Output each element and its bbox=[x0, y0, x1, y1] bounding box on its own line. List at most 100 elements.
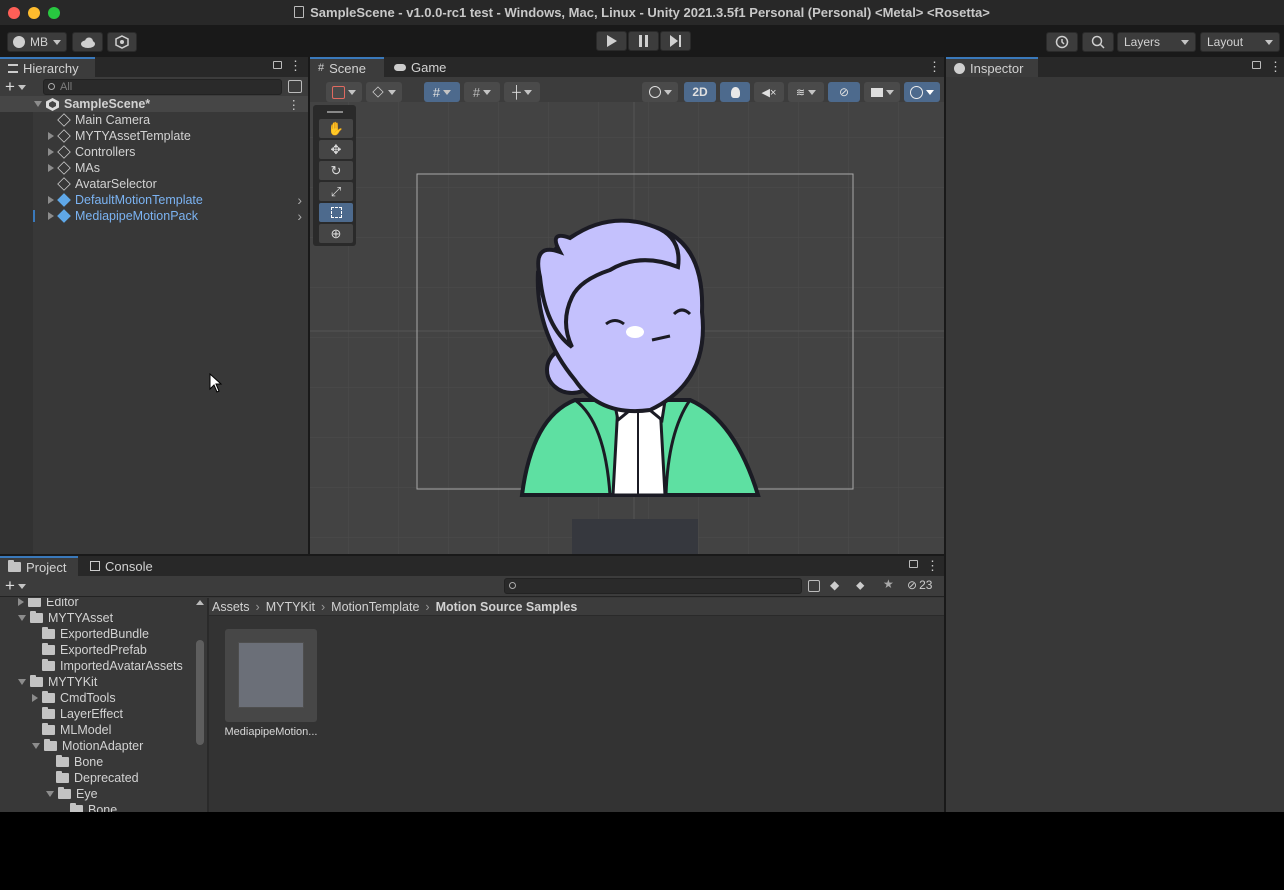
create-button[interactable]: + bbox=[5, 577, 33, 595]
hierarchy-item[interactable]: Main Camera bbox=[0, 112, 308, 128]
scroll-up-icon[interactable] bbox=[196, 600, 204, 605]
lock-icon[interactable] bbox=[909, 560, 918, 568]
folder-tree-item[interactable]: LayerEffect bbox=[0, 706, 195, 722]
more-options-icon[interactable]: ⋮ bbox=[1269, 59, 1282, 75]
render-mode-dropdown[interactable] bbox=[642, 82, 678, 102]
open-prefab-chevron-icon[interactable]: › bbox=[297, 192, 302, 208]
audio-toggle[interactable]: ◀× bbox=[754, 82, 784, 102]
scale-tool-button[interactable]: ⤢ bbox=[319, 182, 353, 201]
step-button[interactable] bbox=[660, 31, 691, 51]
hierarchy-item[interactable]: MediapipeMotionPack › bbox=[0, 208, 308, 224]
scene-viewport[interactable]: ✋ ✥ ↻ ⤢ ⊕ bbox=[310, 102, 944, 554]
tag-icon[interactable]: ⬥ bbox=[856, 578, 864, 593]
hierarchy-item[interactable]: MAs bbox=[0, 160, 308, 176]
collapse-arrow-icon[interactable] bbox=[18, 615, 26, 621]
hierarchy-item[interactable]: DefaultMotionTemplate › bbox=[0, 192, 308, 208]
rect-tool-button[interactable] bbox=[319, 203, 353, 222]
expand-arrow-icon[interactable] bbox=[48, 212, 54, 220]
draw-mode-dropdown[interactable] bbox=[326, 82, 362, 102]
filter-by-label-icon[interactable]: ◆ bbox=[830, 578, 839, 592]
scene-root-row[interactable]: SampleScene* ⋮ bbox=[0, 96, 308, 112]
lock-icon[interactable] bbox=[1252, 61, 1261, 69]
ruler-dropdown[interactable]: ┼ bbox=[504, 82, 540, 102]
tab-inspector[interactable]: Inspector bbox=[946, 57, 1038, 77]
expand-arrow-icon[interactable] bbox=[48, 148, 54, 156]
folder-tree-item[interactable]: CmdTools bbox=[0, 690, 195, 706]
tab-console[interactable]: Console bbox=[82, 556, 162, 576]
folder-tree-item[interactable]: Eye bbox=[0, 786, 195, 802]
expand-arrow-icon[interactable] bbox=[48, 164, 54, 172]
play-button[interactable] bbox=[596, 31, 627, 51]
tab-hierarchy[interactable]: Hierarchy bbox=[0, 57, 95, 77]
undo-history-button[interactable] bbox=[1046, 32, 1078, 52]
breadcrumb-item[interactable]: Assets bbox=[212, 600, 250, 614]
more-options-icon[interactable]: ⋮ bbox=[289, 59, 302, 73]
breadcrumb-item[interactable]: MYTYKit bbox=[266, 600, 315, 614]
folder-tree-item[interactable]: MLModel bbox=[0, 722, 195, 738]
expand-arrow-icon[interactable] bbox=[18, 598, 24, 606]
folder-tree-item[interactable]: Editor bbox=[0, 598, 195, 610]
expand-arrow-icon[interactable] bbox=[48, 132, 54, 140]
asset-tile[interactable] bbox=[225, 629, 317, 722]
folder-tree-item[interactable]: ExportedPrefab bbox=[0, 642, 195, 658]
hidden-packages-button[interactable]: ⊘ 23 bbox=[907, 578, 932, 592]
folder-tree-item[interactable]: ImportedAvatarAssets bbox=[0, 658, 195, 674]
more-options-icon[interactable]: ⋮ bbox=[926, 558, 939, 574]
rotate-tool-button[interactable]: ↻ bbox=[319, 161, 353, 180]
lighting-toggle[interactable] bbox=[720, 82, 750, 102]
collab-button[interactable] bbox=[107, 32, 137, 52]
folder-tree-item[interactable]: MotionAdapter bbox=[0, 738, 195, 754]
search-scene-button[interactable] bbox=[288, 80, 302, 93]
cloud-button[interactable] bbox=[72, 32, 103, 52]
favorite-star-icon[interactable]: ★ bbox=[883, 577, 894, 591]
folder-tree-item[interactable]: Bone bbox=[0, 802, 195, 812]
folder-tree-item[interactable]: Deprecated bbox=[0, 770, 195, 786]
expand-arrow-icon[interactable] bbox=[48, 196, 54, 204]
layout-dropdown[interactable]: Layout bbox=[1200, 32, 1280, 52]
folder-tree-item[interactable]: Bone bbox=[0, 754, 195, 770]
folder-tree-item[interactable]: MYTYKit bbox=[0, 674, 195, 690]
layers-dropdown[interactable]: Layers bbox=[1117, 32, 1196, 52]
2d-mode-toggle[interactable]: 2D bbox=[684, 82, 716, 102]
expand-arrow-icon[interactable] bbox=[34, 101, 42, 107]
move-tool-button[interactable]: ✥ bbox=[319, 140, 353, 159]
camera-dropdown[interactable] bbox=[864, 82, 900, 102]
transform-tool-button[interactable]: ⊕ bbox=[319, 224, 353, 243]
folder-tree-item[interactable]: MYTYAsset bbox=[0, 610, 195, 626]
folder-tree-item[interactable]: ExportedBundle bbox=[0, 626, 195, 642]
folder-tree-label: MYTYAsset bbox=[48, 611, 114, 625]
more-options-icon[interactable]: ⋮ bbox=[928, 59, 941, 75]
collapse-arrow-icon[interactable] bbox=[18, 679, 26, 685]
open-prefab-chevron-icon[interactable]: › bbox=[297, 208, 302, 224]
hand-tool-button[interactable]: ✋ bbox=[319, 119, 353, 138]
hierarchy-item[interactable]: AvatarSelector bbox=[0, 176, 308, 192]
hierarchy-item[interactable]: MYTYAssetTemplate bbox=[0, 128, 308, 144]
tree-scrollbar[interactable] bbox=[195, 600, 205, 810]
breadcrumb-item[interactable]: MotionTemplate bbox=[331, 600, 419, 614]
pause-button[interactable] bbox=[628, 31, 659, 51]
create-button[interactable]: + bbox=[5, 78, 33, 96]
effects-dropdown[interactable]: ≋ bbox=[788, 82, 824, 102]
visibility-toggle[interactable]: ⊘ bbox=[828, 82, 860, 102]
grid-snap-dropdown[interactable]: # bbox=[424, 82, 460, 102]
hierarchy-search-input[interactable]: All bbox=[43, 79, 282, 95]
tab-scene[interactable]: # Scene bbox=[310, 57, 384, 77]
search-button[interactable] bbox=[1082, 32, 1114, 52]
increment-snap-dropdown[interactable]: # bbox=[464, 82, 500, 102]
tab-project[interactable]: Project bbox=[0, 556, 78, 576]
drag-handle-icon[interactable] bbox=[327, 111, 343, 113]
hierarchy-item[interactable]: Controllers bbox=[0, 144, 308, 160]
folder-icon bbox=[56, 755, 69, 767]
shading-dropdown[interactable] bbox=[366, 82, 402, 102]
gizmos-dropdown[interactable] bbox=[904, 82, 940, 102]
account-dropdown[interactable]: MB bbox=[7, 32, 67, 52]
collapse-arrow-icon[interactable] bbox=[46, 791, 54, 797]
collapse-arrow-icon[interactable] bbox=[32, 743, 40, 749]
scrollbar-thumb[interactable] bbox=[196, 640, 204, 745]
tab-game[interactable]: Game bbox=[386, 57, 456, 77]
more-options-icon[interactable]: ⋮ bbox=[288, 97, 301, 112]
expand-arrow-icon[interactable] bbox=[32, 694, 38, 702]
search-by-type-icon[interactable] bbox=[808, 580, 820, 592]
project-search-input[interactable] bbox=[504, 578, 802, 594]
lock-icon[interactable] bbox=[273, 61, 282, 69]
